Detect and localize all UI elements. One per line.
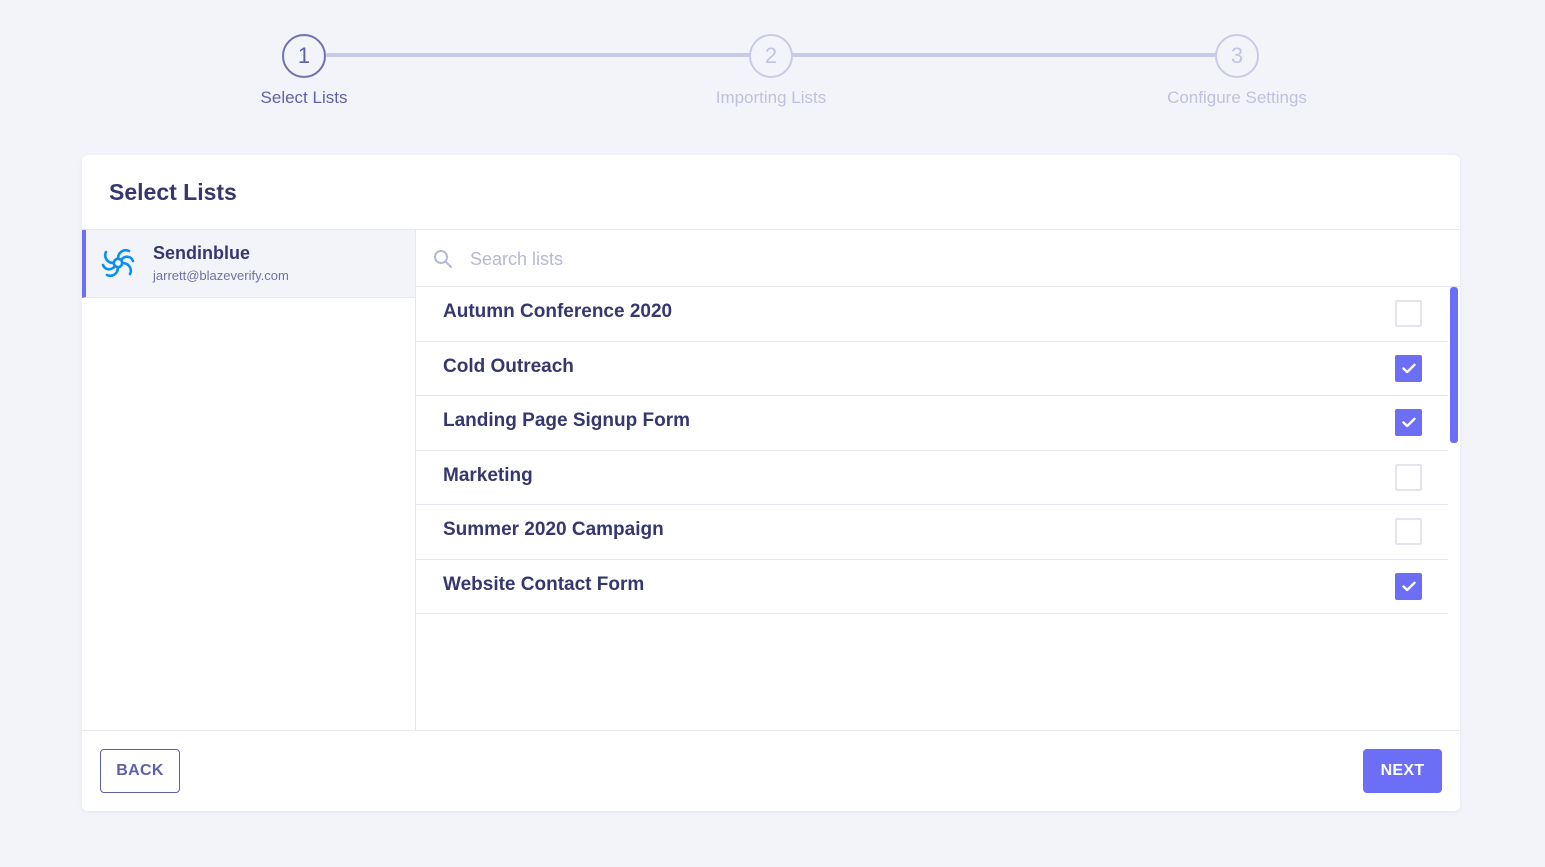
page-title: Select Lists — [109, 179, 237, 205]
list-item-checkbox-checked[interactable] — [1395, 409, 1422, 436]
list-item-label: Summer 2020 Campaign — [443, 519, 664, 540]
account-item-sendinblue[interactable]: Sendinblue jarrett@blazeverify.com — [82, 230, 415, 298]
step-2-label: Importing Lists — [715, 88, 827, 107]
step-2-number: 2 — [764, 43, 778, 68]
sendinblue-logo-icon — [101, 248, 135, 278]
account-sidebar: Sendinblue jarrett@blazeverify.com — [82, 230, 416, 731]
list-item-label: Landing Page Signup Form — [443, 410, 690, 431]
list-scrollbar[interactable] — [1448, 287, 1460, 731]
checkmark-icon — [1401, 363, 1416, 373]
list-item-label: Marketing — [443, 464, 533, 486]
account-name: Sendinblue — [153, 243, 251, 263]
back-button[interactable]: BACK — [100, 749, 180, 793]
stepper-connector-2 — [792, 53, 1216, 57]
list-item[interactable]: Cold Outreach — [416, 342, 1448, 396]
search-icon — [434, 250, 452, 268]
list-item[interactable]: Website Contact Form — [416, 560, 1448, 614]
search-bar — [416, 230, 1460, 287]
list-item-label: Autumn Conference 2020 — [443, 301, 673, 322]
progress-stepper: 1 Select Lists 2 Importing Lists 3 Confi… — [0, 0, 1545, 130]
search-input[interactable] — [470, 244, 1370, 274]
list-item[interactable]: Marketing — [416, 451, 1448, 505]
step-3-indicator: 3 — [1215, 34, 1259, 78]
list-item-checkbox-checked[interactable] — [1395, 572, 1422, 600]
list-item-checkbox-unchecked[interactable] — [1395, 300, 1422, 327]
stepper-connector-1 — [326, 53, 750, 57]
select-lists-card: Select Lists Sendinblue jarrett@blazever… — [82, 155, 1460, 811]
checkmark-icon — [1401, 417, 1416, 428]
list-item-label: Cold Outreach — [443, 355, 574, 377]
list-item-checkbox-unchecked[interactable] — [1395, 518, 1422, 545]
step-3-number: 3 — [1230, 43, 1244, 68]
list-item[interactable]: Autumn Conference 2020 — [416, 287, 1448, 342]
list-item-checkbox-unchecked[interactable] — [1395, 463, 1422, 491]
list-item[interactable]: Landing Page Signup Form — [416, 396, 1448, 451]
step-1-indicator: 1 — [282, 34, 326, 78]
footer-divider — [82, 730, 1460, 731]
list-item-label: Website Contact Form — [443, 573, 645, 595]
account-email: jarrett@blazeverify.com — [153, 268, 289, 283]
step-3-label: Configure Settings — [1167, 88, 1307, 107]
lists-list: Autumn Conference 2020 Cold Outreach Lan… — [416, 287, 1448, 731]
step-2-indicator: 2 — [749, 34, 793, 78]
step-1-label: Select Lists — [260, 88, 348, 107]
list-item[interactable]: Summer 2020 Campaign — [416, 505, 1448, 560]
step-1-number: 1 — [297, 43, 311, 68]
list-item-checkbox-checked[interactable] — [1395, 354, 1422, 382]
next-button[interactable]: NEXT — [1363, 749, 1442, 793]
checkmark-icon — [1401, 581, 1416, 591]
scrollbar-thumb[interactable] — [1450, 287, 1458, 443]
